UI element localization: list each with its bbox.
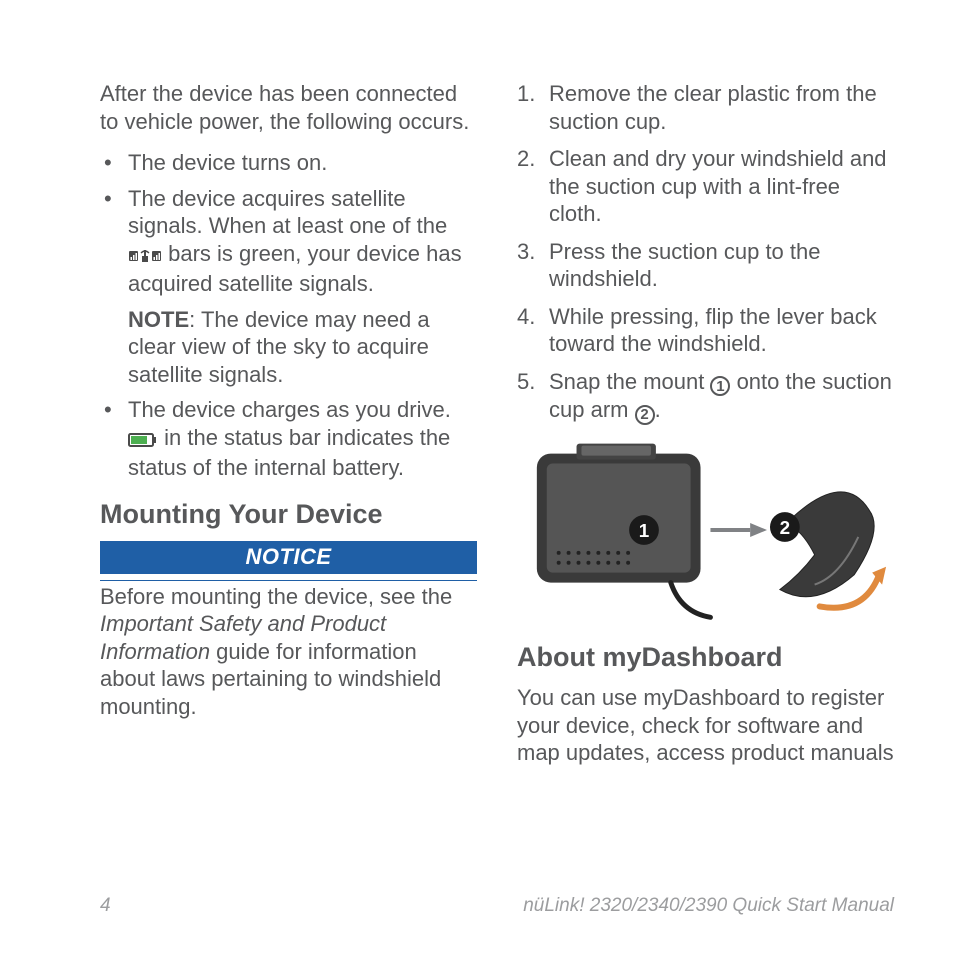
bullet-text: in the status bar indicates the status o… — [128, 425, 450, 481]
footer-title: nüLink! 2320/2340/2390 Quick Start Manua… — [523, 894, 894, 918]
mydashboard-body: You can use myDashboard to register your… — [517, 684, 894, 767]
battery-icon — [128, 427, 158, 455]
note-paragraph: NOTE: The device may need a clear view o… — [128, 306, 477, 389]
heading-mydashboard: About myDashboard — [517, 641, 894, 675]
list-item: Clean and dry your windshield and the su… — [517, 145, 894, 228]
list-item: Press the suction cup to the windshield. — [517, 238, 894, 293]
svg-text:1: 1 — [639, 519, 649, 540]
step-text: Snap the mount — [549, 369, 710, 394]
list-item: Snap the mount 1 onto the suction cup ar… — [517, 368, 894, 425]
notice-body: Before mounting the device, see the Impo… — [100, 580, 477, 721]
bullet-text: The device acquires satellite signals. W… — [128, 186, 447, 239]
step-text: Remove the clear plastic from the suctio… — [549, 81, 877, 134]
notice-box: NOTICE — [100, 541, 477, 574]
right-column: Remove the clear plastic from the suctio… — [517, 80, 894, 885]
list-item: The device charges as you drive. in the … — [100, 396, 477, 482]
step-text: . — [655, 397, 661, 422]
mounting-diagram: 1 2 — [517, 435, 894, 625]
after-connect-list: The device turns on. The device acquires… — [100, 149, 477, 482]
signal-bars-icon — [128, 243, 162, 271]
step-text: Clean and dry your windshield and the su… — [549, 146, 887, 226]
intro-paragraph: After the device has been connected to v… — [100, 80, 477, 135]
list-item: While pressing, flip the lever back towa… — [517, 303, 894, 358]
page-footer: 4 nüLink! 2320/2340/2390 Quick Start Man… — [60, 893, 894, 918]
heading-mounting: Mounting Your Device — [100, 498, 477, 532]
bullet-text: The device charges as you drive. — [128, 397, 451, 422]
list-item: The device acquires satellite signals. W… — [100, 185, 477, 389]
mounting-steps: Remove the clear plastic from the suctio… — [517, 80, 894, 425]
bullet-text: The device turns on. — [128, 150, 327, 175]
page-number: 4 — [60, 894, 111, 918]
circled-2-icon: 2 — [635, 405, 655, 425]
step-text: While pressing, flip the lever back towa… — [549, 304, 877, 357]
left-column: After the device has been connected to v… — [60, 80, 477, 885]
list-item: The device turns on. — [100, 149, 477, 177]
bullet-text: bars is green, your device has acquired … — [128, 241, 462, 297]
svg-text:2: 2 — [780, 516, 790, 537]
notice-header: NOTICE — [100, 541, 477, 574]
step-text: Press the suction cup to the windshield. — [549, 239, 821, 292]
circled-1-icon: 1 — [710, 376, 730, 396]
note-label: NOTE — [128, 307, 189, 332]
list-item: Remove the clear plastic from the suctio… — [517, 80, 894, 135]
manual-page: After the device has been connected to v… — [0, 0, 954, 954]
notice-text: Before mounting the device, see the — [100, 584, 452, 609]
two-column-layout: After the device has been connected to v… — [60, 80, 894, 885]
